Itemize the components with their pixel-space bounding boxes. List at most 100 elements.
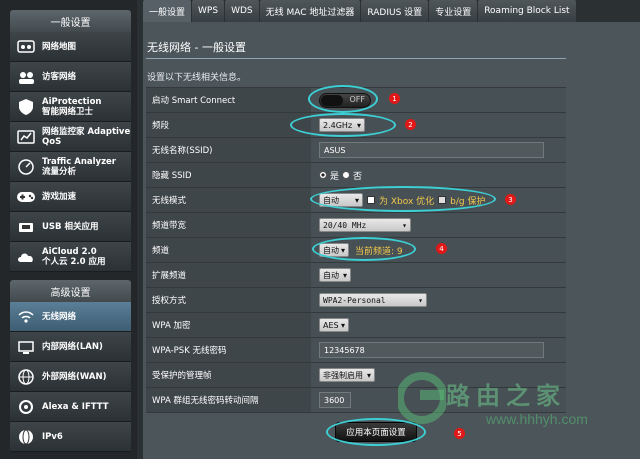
sidebar-item-lan[interactable]: 内部网络(LAN) xyxy=(10,332,131,362)
chevron-down-icon: ▾ xyxy=(340,320,345,330)
hide-ssid-label: 隐藏 SSID xyxy=(146,163,311,187)
advanced-settings-header: 高级设置 xyxy=(10,280,131,302)
sidebar-item-usb[interactable]: USB 相关应用 xyxy=(10,212,131,242)
aiprotection-icon xyxy=(15,96,37,118)
sidebar-item-label: 外部网络(WAN) xyxy=(42,371,107,382)
tab-professional[interactable]: 专业设置 xyxy=(429,0,478,22)
annotation-ellipse-2 xyxy=(290,113,396,137)
tab-mac-filter[interactable]: 无线 MAC 地址过滤器 xyxy=(259,0,361,22)
hide-ssid-no-label: 否 xyxy=(353,171,363,182)
sidebar-item-network-map[interactable]: 网络地图 xyxy=(10,32,131,62)
sidebar-item-game-boost[interactable]: 游戏加速 xyxy=(10,182,131,212)
tab-radius[interactable]: RADIUS 设置 xyxy=(361,0,429,22)
sidebar-item-label: 网络监控家 Adaptive QoS xyxy=(42,126,131,147)
lan-icon xyxy=(15,336,37,358)
sidebar-item-wan[interactable]: 外部网络(WAN) xyxy=(10,362,131,392)
sidebar-item-alexa[interactable]: Alexa & IFTTT xyxy=(10,392,131,422)
wireless-mode-label: 无线模式 xyxy=(146,188,311,212)
row-rekey-interval: WPA 群组无线密码转动间隔 3600 xyxy=(146,388,566,413)
chevron-down-icon: ▾ xyxy=(342,270,347,280)
row-ssid: 无线名称(SSID) ASUS xyxy=(146,138,566,163)
sidebar-item-aicloud[interactable]: AiCloud 2.0 个人云 2.0 应用 xyxy=(10,242,131,272)
annotation-badge-3: 3 xyxy=(505,194,516,205)
smart-connect-label: 启动 Smart Connect xyxy=(146,88,311,112)
row-hide-ssid: 隐藏 SSID 是 否 xyxy=(146,163,566,188)
sidebar-item-label: AiCloud 2.0 个人云 2.0 应用 xyxy=(42,246,106,267)
wpa-encryption-select[interactable]: AES ▾ xyxy=(319,318,349,332)
sidebar-item-label: Traffic Analyzer 流量分析 xyxy=(42,156,116,177)
row-wpa-encryption: WPA 加密 AES ▾ xyxy=(146,313,566,338)
wan-icon xyxy=(15,366,37,388)
rekey-interval-input[interactable]: 3600 xyxy=(319,392,351,408)
ext-channel-value: 自动 xyxy=(323,270,339,280)
tab-wps[interactable]: WPS xyxy=(192,0,225,22)
tab-wds[interactable]: WDS xyxy=(225,0,259,22)
annotation-badge-2: 2 xyxy=(405,119,416,130)
chevron-down-icon: ▾ xyxy=(366,370,371,380)
aicloud-icon xyxy=(15,246,37,268)
pmf-select[interactable]: 非强制启用 ▾ xyxy=(319,368,375,382)
traffic-analyzer-icon xyxy=(15,156,37,178)
wpa-psk-label: WPA-PSK 无线密码 xyxy=(146,338,311,362)
rekey-interval-label: WPA 群组无线密码转动间隔 xyxy=(146,388,311,412)
sidebar: 一般设置 网络地图 访客网络 AiProtection 智能网络卫士 网络监控家… xyxy=(0,0,137,459)
tab-roaming-block-list[interactable]: Roaming Block List xyxy=(478,0,576,22)
wpa-encryption-label: WPA 加密 xyxy=(146,313,311,337)
game-boost-icon xyxy=(15,186,37,208)
annotation-ellipse-5 xyxy=(326,418,426,446)
sidebar-item-label: 内部网络(LAN) xyxy=(42,341,103,352)
pmf-label: 受保护的管理帧 xyxy=(146,363,311,387)
sidebar-item-adaptive-qos[interactable]: 网络监控家 Adaptive QoS xyxy=(10,122,131,152)
ssid-label: 无线名称(SSID) xyxy=(146,138,311,162)
alexa-icon xyxy=(15,396,37,418)
row-auth: 授权方式 WPA2-Personal ▾ xyxy=(146,288,566,313)
row-bandwidth: 频道带宽 20/40 MHz ▾ xyxy=(146,213,566,238)
row-ext-channel: 扩展频道 自动 ▾ xyxy=(146,263,566,288)
page-description: 设置以下无线相关信息。 xyxy=(147,73,247,83)
auth-label: 授权方式 xyxy=(146,288,311,312)
wpa-encryption-value: AES xyxy=(323,320,339,330)
wireless-icon xyxy=(15,306,37,328)
bandwidth-select[interactable]: 20/40 MHz ▾ xyxy=(319,218,411,232)
hide-ssid-no-radio[interactable] xyxy=(342,171,351,179)
hide-ssid-yes-label: 是 xyxy=(330,171,340,182)
sidebar-item-ipv6[interactable]: IPv6 xyxy=(10,422,131,452)
sidebar-item-label: Alexa & IFTTT xyxy=(42,401,109,412)
ssid-input[interactable]: ASUS xyxy=(319,142,544,158)
annotation-ellipse-1 xyxy=(308,85,378,113)
ipv6-icon xyxy=(15,426,37,448)
chevron-down-icon: ▾ xyxy=(418,295,423,305)
annotation-ellipse-3 xyxy=(310,186,496,212)
bandwidth-label: 频道带宽 xyxy=(146,213,311,237)
annotation-badge-4: 4 xyxy=(436,243,447,254)
sidebar-item-label: 网络地图 xyxy=(42,41,77,52)
guest-network-icon xyxy=(15,66,37,88)
title-divider xyxy=(146,58,566,59)
annotation-badge-5: 5 xyxy=(454,428,465,439)
wpa-psk-input[interactable]: 12345678 xyxy=(319,342,544,358)
page-title: 无线网络 - 一般设置 xyxy=(147,41,246,54)
sidebar-item-label: 访客网络 xyxy=(42,71,77,82)
auth-select[interactable]: WPA2-Personal ▾ xyxy=(319,293,427,307)
sidebar-item-label: USB 相关应用 xyxy=(42,221,99,232)
ext-channel-select[interactable]: 自动 ▾ xyxy=(319,268,351,282)
sidebar-item-label: AiProtection 智能网络卫士 xyxy=(42,96,102,117)
pmf-value: 非强制启用 xyxy=(323,370,363,380)
tab-bar: 一般设置 WPS WDS 无线 MAC 地址过滤器 RADIUS 设置 专业设置… xyxy=(143,0,640,22)
adaptive-qos-icon xyxy=(15,126,37,148)
band-label: 频段 xyxy=(146,113,311,137)
network-map-icon xyxy=(15,36,37,58)
sidebar-item-traffic-analyzer[interactable]: Traffic Analyzer 流量分析 xyxy=(10,152,131,182)
sidebar-item-label: 无线网络 xyxy=(42,311,77,322)
sidebar-item-label: 游戏加速 xyxy=(42,191,77,202)
sidebar-item-guest-network[interactable]: 访客网络 xyxy=(10,62,131,92)
general-settings-header: 一般设置 xyxy=(10,10,131,32)
sidebar-item-wireless[interactable]: 无线网络 xyxy=(10,302,131,332)
sidebar-item-label: IPv6 xyxy=(42,431,63,442)
hide-ssid-yes-radio[interactable] xyxy=(319,171,327,179)
chevron-down-icon: ▾ xyxy=(402,220,407,230)
bandwidth-value: 20/40 MHz xyxy=(323,220,367,230)
auth-value: WPA2-Personal xyxy=(323,295,386,305)
sidebar-item-aiprotection[interactable]: AiProtection 智能网络卫士 xyxy=(10,92,131,122)
tab-general[interactable]: 一般设置 xyxy=(143,0,192,22)
